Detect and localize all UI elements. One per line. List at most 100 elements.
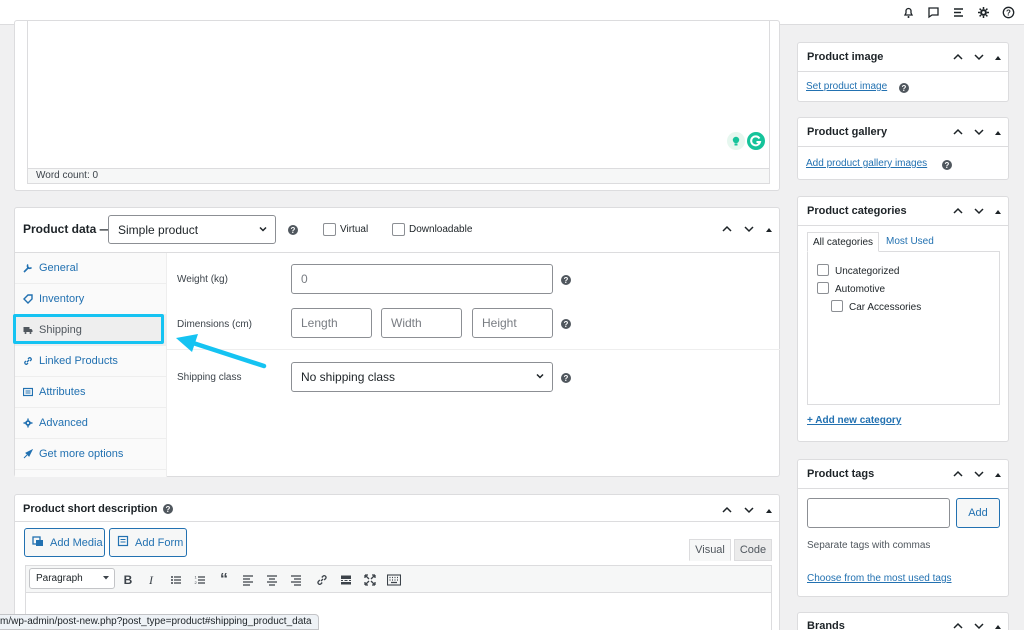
tab-inventory[interactable]: Inventory <box>15 284 166 315</box>
tab-all-categories[interactable]: All categories <box>807 232 879 252</box>
tags-hint: Separate tags with commas <box>807 540 931 551</box>
toggle-arrow-icon[interactable] <box>994 128 1002 140</box>
editor-toolbar: Paragraph B I 12 “ <box>25 565 772 593</box>
category-checkbox-car-accessories[interactable] <box>831 300 843 312</box>
tab-code[interactable]: Code <box>734 539 772 561</box>
toggle-arrow-icon[interactable] <box>994 470 1002 482</box>
category-label: Car Accessories <box>849 302 922 313</box>
chevron-down-icon[interactable] <box>743 505 755 518</box>
choose-most-used-tags-link[interactable]: Choose from the most used tags <box>807 573 952 584</box>
blockquote-icon[interactable]: “ <box>216 571 232 588</box>
virtual-checkbox[interactable] <box>323 223 336 236</box>
chevron-up-icon[interactable] <box>721 505 733 518</box>
chevron-down-icon[interactable] <box>973 127 985 140</box>
product-categories-panel: Product categories All categories Most U… <box>797 196 1009 442</box>
add-media-button[interactable]: Add Media <box>24 528 105 557</box>
tab-label: General <box>39 262 79 274</box>
read-more-icon[interactable] <box>338 572 354 588</box>
product-type-select[interactable]: Simple product <box>108 215 276 244</box>
toggle-arrow-icon[interactable] <box>994 207 1002 219</box>
bullet-list-icon[interactable] <box>168 572 184 588</box>
product-data-title: Product data — <box>23 222 112 236</box>
help-icon[interactable]: ? <box>942 160 952 170</box>
tab-attributes[interactable]: Attributes <box>15 377 166 408</box>
align-left-icon[interactable] <box>240 572 256 588</box>
add-tag-button[interactable]: Add <box>956 498 1000 528</box>
word-count: Word count: 0 <box>27 168 770 184</box>
height-input[interactable]: Height <box>472 308 553 338</box>
downloadable-checkbox[interactable] <box>392 223 405 236</box>
gear-icon[interactable] <box>976 5 991 20</box>
panel-header: Product categories <box>798 197 1008 226</box>
help-icon[interactable]: ? <box>1001 5 1016 20</box>
chevron-down-icon[interactable] <box>973 206 985 219</box>
chevron-down-icon[interactable] <box>743 224 755 237</box>
toggle-arrow-icon[interactable] <box>994 53 1002 65</box>
toolbar-toggle-icon[interactable] <box>386 572 402 588</box>
length-placeholder: Length <box>301 316 338 330</box>
length-input[interactable]: Length <box>291 308 372 338</box>
add-new-category-link[interactable]: + Add new category <box>807 415 901 426</box>
chevron-up-icon[interactable] <box>952 52 964 65</box>
weight-input[interactable]: 0 <box>291 264 553 294</box>
fullscreen-icon[interactable] <box>362 572 378 588</box>
category-checkbox-uncategorized[interactable] <box>817 264 829 276</box>
tab-label: Get more options <box>39 448 124 460</box>
set-product-image-link[interactable]: Set product image <box>806 81 887 92</box>
lightbulb-icon[interactable] <box>727 132 745 150</box>
brands-title: Brands <box>807 620 845 630</box>
help-icon[interactable]: ? <box>561 373 571 383</box>
help-icon[interactable]: ? <box>561 319 571 329</box>
menu-icon[interactable] <box>951 5 966 20</box>
comment-icon[interactable] <box>926 5 941 20</box>
product-data-header: Product data — Simple product ? Virtual … <box>15 208 779 253</box>
tab-general[interactable]: General <box>15 253 166 284</box>
chevron-up-icon[interactable] <box>952 469 964 482</box>
tab-get-more-options[interactable]: Get more options <box>15 439 166 470</box>
chevron-down-icon[interactable] <box>973 469 985 482</box>
tab-visual[interactable]: Visual <box>689 539 731 561</box>
italic-icon[interactable]: I <box>143 572 159 588</box>
gear-icon <box>23 418 33 428</box>
add-gallery-images-link[interactable]: Add product gallery images <box>806 158 927 169</box>
chevron-up-icon[interactable] <box>952 127 964 140</box>
tab-most-used[interactable]: Most Used <box>886 236 934 247</box>
chevron-down-icon[interactable] <box>973 621 985 630</box>
align-right-icon[interactable] <box>288 572 304 588</box>
align-center-icon[interactable] <box>264 572 280 588</box>
format-select[interactable]: Paragraph <box>29 568 115 589</box>
chevron-down-icon[interactable] <box>973 52 985 65</box>
toggle-arrow-icon[interactable] <box>994 622 1002 630</box>
bell-icon[interactable] <box>901 5 916 20</box>
panel-header: Product gallery <box>798 118 1008 147</box>
shipping-highlight-box <box>13 314 164 344</box>
bold-icon[interactable]: B <box>120 572 136 588</box>
height-placeholder: Height <box>482 316 517 330</box>
help-icon[interactable]: ? <box>163 504 173 514</box>
format-value: Paragraph <box>36 573 83 584</box>
product-image-title: Product image <box>807 51 884 63</box>
editor-textarea[interactable] <box>27 21 770 169</box>
help-icon[interactable]: ? <box>561 275 571 285</box>
tab-advanced[interactable]: Advanced <box>15 408 166 439</box>
chevron-up-icon[interactable] <box>952 621 964 630</box>
tab-linked-products[interactable]: Linked Products <box>15 346 166 377</box>
chevron-up-icon[interactable] <box>721 224 733 237</box>
width-input[interactable]: Width <box>381 308 462 338</box>
product-data-tabs: General Inventory Shipping Linked Produc… <box>15 253 167 477</box>
grammarly-icon[interactable] <box>747 132 765 150</box>
link-icon[interactable] <box>314 572 330 588</box>
numbered-list-icon[interactable]: 12 <box>192 572 208 588</box>
shipping-class-value: No shipping class <box>301 370 396 384</box>
toggle-arrow-icon[interactable] <box>765 225 773 237</box>
chevron-up-icon[interactable] <box>952 206 964 219</box>
form-icon <box>117 535 129 550</box>
help-icon[interactable]: ? <box>288 225 298 235</box>
toggle-arrow-icon[interactable] <box>765 506 773 518</box>
add-form-button[interactable]: Add Form <box>109 528 187 557</box>
brands-panel: Brands <box>797 612 1009 630</box>
help-icon[interactable]: ? <box>899 83 909 93</box>
shipping-class-select[interactable]: No shipping class <box>291 362 553 392</box>
tag-input[interactable] <box>807 498 950 528</box>
category-checkbox-automotive[interactable] <box>817 282 829 294</box>
